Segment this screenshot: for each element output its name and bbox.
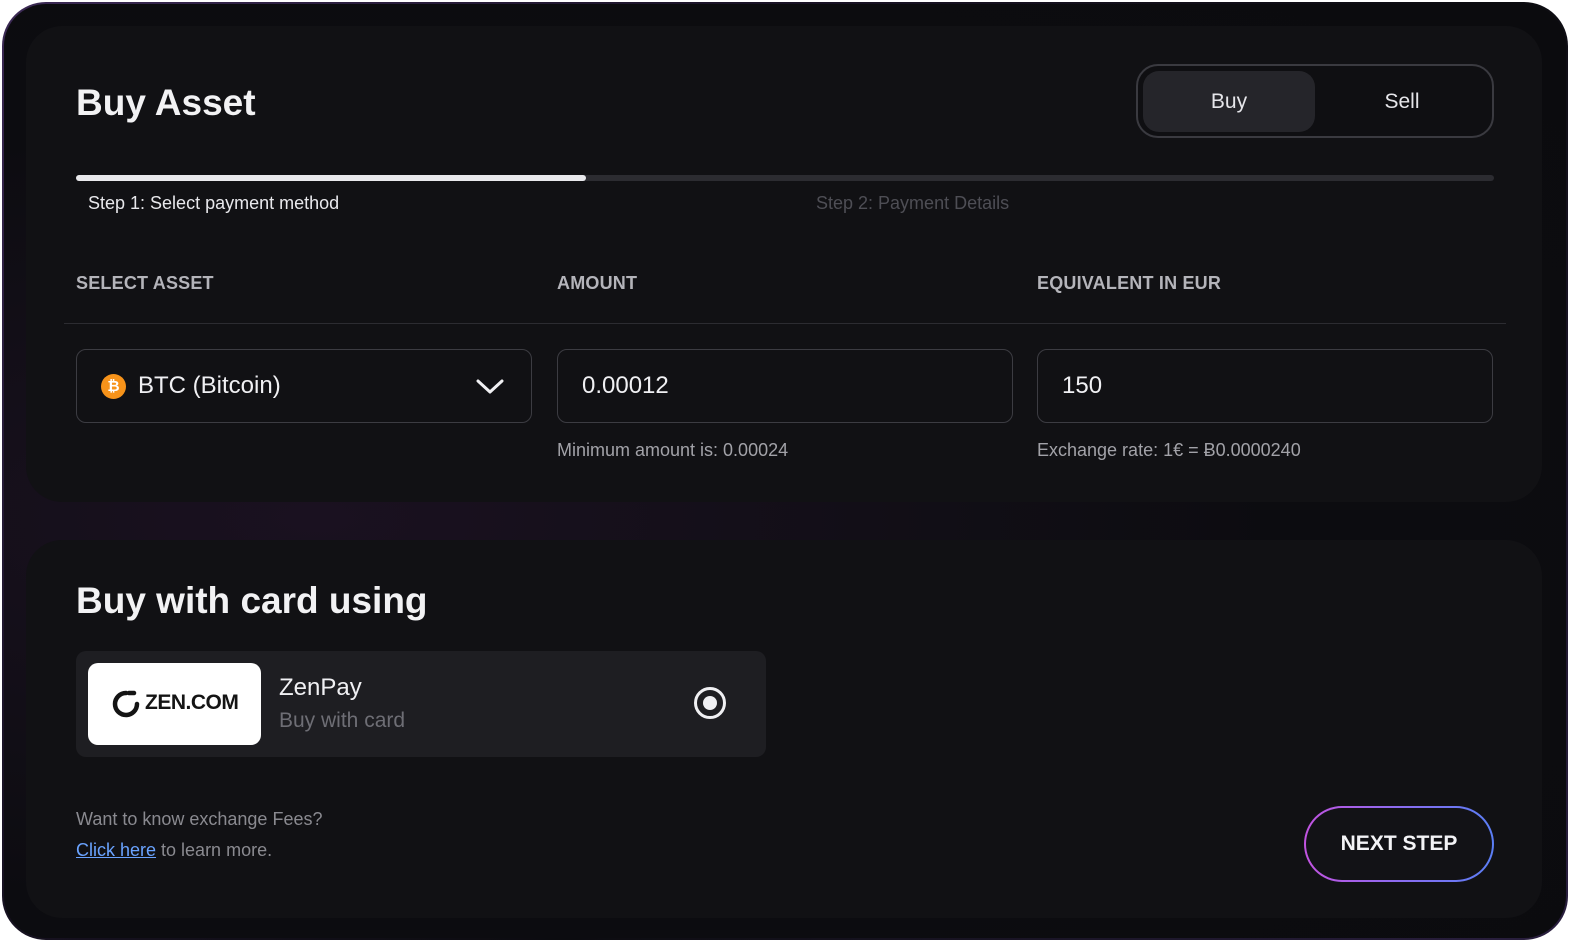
step-2-label: Step 2: Payment Details	[816, 193, 1010, 213]
step-1-label: Step 1: Select payment method	[88, 193, 340, 213]
learn-more-text: to learn more.	[156, 840, 273, 860]
payment-method-panel: Buy with card using ZEN.COM ZenPay Buy w…	[26, 540, 1542, 918]
next-step-button-border: NEXT STEP	[1304, 806, 1494, 882]
buy-toggle-button[interactable]: Buy	[1143, 71, 1315, 132]
fee-question: Want to know exchange Fees?	[76, 809, 323, 829]
app-background: Buy Asset Buy Sell Step 1: Select paymen…	[4, 4, 1566, 938]
zen-mark-icon	[112, 690, 140, 718]
fee-learn-more: Click here to learn more.	[76, 840, 272, 861]
page-title: Buy Asset	[76, 82, 256, 123]
bitcoin-icon: ₿	[101, 374, 126, 399]
step-progress-fill	[76, 175, 587, 181]
payment-section-title: Buy with card using	[76, 580, 428, 621]
buy-asset-panel: Buy Asset Buy Sell Step 1: Select paymen…	[26, 26, 1542, 502]
minimum-amount-hint: Minimum amount is: 0.00024	[557, 440, 789, 460]
amount-input-value: 0.00012	[582, 372, 669, 399]
amount-input[interactable]: 0.00012	[557, 349, 1013, 423]
step-progress-bar	[76, 175, 1494, 181]
sell-toggle-button[interactable]: Sell	[1316, 71, 1488, 132]
method-radio[interactable]	[694, 687, 726, 719]
asset-select-value: BTC (Bitcoin)	[138, 372, 281, 399]
method-subtitle: Buy with card	[279, 709, 406, 732]
click-here-link[interactable]: Click here	[76, 840, 156, 860]
zenpay-method-card[interactable]: ZEN.COM ZenPay Buy with card	[76, 651, 766, 757]
zen-logo: ZEN.COM	[88, 663, 261, 745]
method-name: ZenPay	[279, 674, 362, 701]
amount-label: AMOUNT	[557, 273, 638, 293]
app-frame: Buy Asset Buy Sell Step 1: Select paymen…	[2, 2, 1568, 940]
exchange-rate-hint: Exchange rate: 1€ = Ƀ0.0000240	[1037, 440, 1301, 460]
select-asset-label: SELECT ASSET	[76, 273, 214, 293]
header-divider	[64, 323, 1506, 324]
zen-logo-text: ZEN.COM	[145, 691, 239, 714]
next-step-button[interactable]: NEXT STEP	[1306, 808, 1492, 880]
equivalent-eur-label: EQUIVALENT IN EUR	[1037, 273, 1222, 293]
eur-input-value: 150	[1062, 372, 1103, 399]
chevron-down-icon	[476, 379, 504, 394]
eur-amount-input[interactable]: 150	[1037, 349, 1493, 423]
radio-selected-dot	[703, 696, 717, 710]
asset-select[interactable]: ₿ BTC (Bitcoin)	[76, 349, 532, 423]
buy-sell-toggle: Buy Sell	[1136, 64, 1494, 138]
